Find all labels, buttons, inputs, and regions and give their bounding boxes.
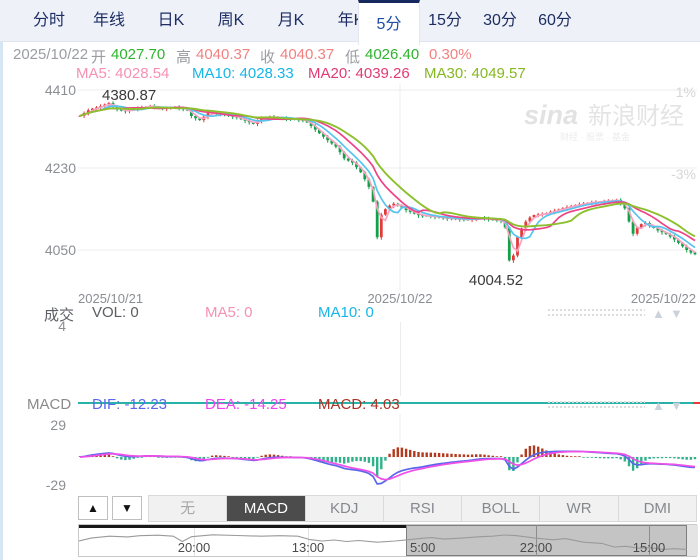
tab-daily-k[interactable]: 日K: [158, 0, 185, 41]
navigator-right-stub: [687, 525, 698, 556]
tab-weekly-k[interactable]: 周K: [218, 0, 245, 41]
stock-chart-app: 分时 年线 日K 周K 月K 年K 5分 15分 30分 60分 2025/10…: [0, 0, 700, 560]
volume-pane-drag-handle[interactable]: [548, 309, 645, 317]
right-axis-tick: 1%: [676, 84, 696, 100]
quote-row: 2025/10/22 开 4027.70 高 4040.37 收 4040.37…: [0, 46, 700, 66]
main-candlestick-chart[interactable]: 4410 4230 4050 1% -3% sina 新浪财经 财经 · 股票 …: [0, 84, 700, 308]
dea-value: DEA: -14.25: [205, 396, 287, 413]
low-label: 低: [345, 49, 361, 66]
macd-chart[interactable]: [78, 414, 697, 492]
y-axis-tick: 4050: [45, 242, 76, 258]
indicator-tab-none[interactable]: 无: [149, 496, 228, 521]
indicator-tab-dmi[interactable]: DMI: [619, 496, 696, 521]
watermark-sub: 财经 · 股票 · 基金: [560, 131, 630, 142]
indicator-tab-wr[interactable]: WR: [540, 496, 619, 521]
dea-line: [79, 450, 696, 481]
open-value: 4027.70: [111, 46, 166, 63]
dif-value: DIF: -12.23: [92, 396, 168, 413]
ma20-value: MA20: 4039.26: [308, 65, 410, 82]
volume-gridline: [400, 322, 401, 396]
navigator-top-bar: [79, 525, 406, 528]
indicator-tab-kdj[interactable]: KDJ: [306, 496, 384, 521]
ma10-value: MA10: 4028.33: [192, 65, 294, 82]
volume-collapse-up-icon[interactable]: ▲: [652, 307, 665, 321]
macd-y-tick-bottom: -29: [45, 477, 66, 493]
macd-label: MACD: [27, 396, 72, 413]
tab-15min[interactable]: 15分: [428, 0, 462, 41]
volume-y-tick: 4: [58, 318, 66, 334]
tab-60min[interactable]: 60分: [538, 0, 572, 41]
watermark-name: 新浪财经: [588, 103, 684, 130]
navigator-time-label: 13:00: [291, 540, 325, 555]
tab-30min[interactable]: 30分: [483, 0, 517, 41]
indicator-tab-rsi[interactable]: RSI: [384, 496, 463, 521]
close-value: 4040.37: [280, 46, 335, 63]
close-label: 收: [260, 49, 276, 66]
macd-value: MACD: 4.03: [318, 396, 400, 413]
quote-date: 2025/10/22: [13, 46, 89, 63]
macd-y-tick-top: 29: [50, 417, 66, 433]
indicator-tab-boll[interactable]: BOLL: [462, 496, 541, 521]
volume-collapse-down-icon[interactable]: ▼: [670, 307, 683, 321]
indicator-scroll-down-button[interactable]: ▼: [112, 496, 142, 520]
ma30-value: MA30: 4049.57: [424, 65, 526, 82]
navigator-time-label: 20:00: [177, 540, 211, 555]
y-axis-tick: 4230: [45, 160, 76, 176]
navigator-time-label: 15:00: [632, 540, 666, 555]
watermark-brand: sina: [524, 100, 578, 130]
right-axis-tick: -3%: [671, 166, 696, 182]
low-value: 4026.40: [365, 46, 420, 63]
period-tabbar: 分时 年线 日K 周K 月K 年K 5分 15分 30分 60分: [0, 0, 700, 45]
navigator-time-label: 5:00: [410, 540, 436, 555]
indicator-tabbar: 无 MACD KDJ RSI BOLL WR DMI: [148, 495, 697, 522]
navigator-time-label: 22:00: [519, 540, 553, 555]
vol-ma10-value: MA10: 0: [318, 304, 374, 321]
ma-row: MA5: 4028.54 MA10: 4028.33 MA20: 4039.26…: [0, 65, 700, 83]
open-label: 开: [91, 49, 107, 66]
tab-fenshi[interactable]: 分时: [33, 0, 65, 41]
change-percent: 0.30%: [429, 46, 472, 63]
watermark: sina 新浪财经 财经 · 股票 · 基金: [524, 100, 684, 142]
high-annotation: 4380.87: [102, 87, 156, 104]
indicator-scroll-up-button[interactable]: ▲: [78, 496, 108, 520]
tab-nianxian[interactable]: 年线: [93, 0, 125, 41]
ma5-value: MA5: 4028.54: [76, 65, 170, 82]
tab-5min[interactable]: 5分: [358, 0, 420, 45]
high-value: 4040.37: [196, 46, 251, 63]
indicator-tab-macd[interactable]: MACD: [227, 496, 306, 521]
chart-navigator[interactable]: 20:00 13:00 5:00 22:00 15:00: [78, 524, 698, 557]
y-axis-tick: 4410: [45, 84, 76, 98]
high-label: 高: [176, 49, 192, 66]
macd-collapse-down-icon[interactable]: ▼: [670, 399, 683, 413]
macd-collapse-up-icon[interactable]: ▲: [652, 399, 665, 413]
macd-pane-drag-handle[interactable]: [548, 401, 645, 409]
low-annotation: 4004.52: [469, 272, 523, 289]
tab-monthly-k[interactable]: 月K: [278, 0, 305, 41]
vol-ma5-value: MA5: 0: [205, 304, 253, 321]
vol-value: VOL: 0: [92, 304, 139, 321]
